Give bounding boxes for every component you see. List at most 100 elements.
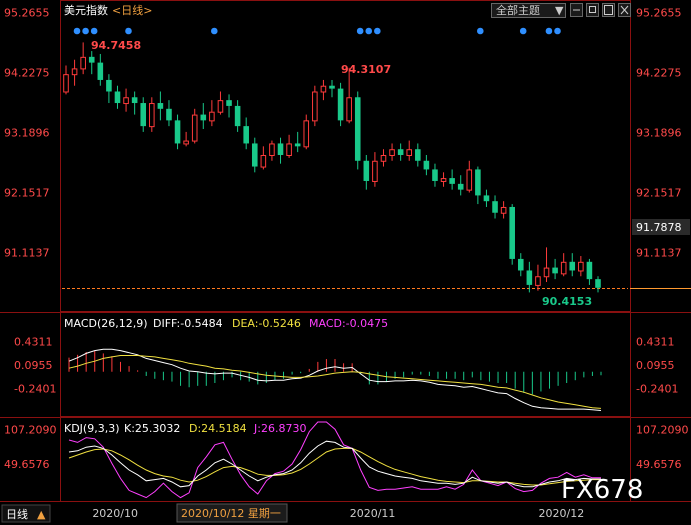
candle-body [97, 62, 104, 80]
candle-body [586, 261, 593, 280]
candle-body [320, 85, 327, 93]
current-price-label: 91.7878 [636, 221, 682, 234]
price-axis-left: 95.2655 94.2275 93.1896 92.1517 91.1137 [4, 7, 50, 260]
kdj-tick-label: 49.6576 [636, 458, 682, 471]
event-dot [125, 27, 132, 35]
kdj-k-text: K:25.3032 [124, 422, 180, 435]
date-cursor-label: 2020/10/12 星期一 [181, 507, 281, 520]
low-price-annotation: 90.4153 [542, 295, 592, 308]
main-panel-frame [60, 0, 631, 312]
macd-diff-text: DIFF:-0.5484 [153, 317, 223, 330]
close-window-icon[interactable] [618, 3, 631, 17]
price-tick-label: 93.1896 [636, 127, 682, 140]
price-tick-label: 94.2275 [636, 67, 682, 80]
candle-body [63, 74, 69, 93]
candle-body [140, 103, 147, 127]
candle-body [260, 155, 267, 168]
candle-body [509, 206, 515, 259]
candle-body [457, 183, 464, 190]
kdj-tick-label: 107.2090 [4, 424, 57, 437]
macd-tick-label: -0.2401 [14, 383, 56, 396]
macd-histogram [68, 350, 602, 395]
event-dot [519, 27, 527, 35]
candle-body [123, 97, 129, 105]
x-axis-tick-label: 2020/12 [539, 507, 585, 520]
event-dot [545, 27, 553, 35]
candle-body [251, 143, 258, 167]
price-tick-label: 95.2655 [636, 7, 682, 20]
kdj-j-text: J:26.8730 [253, 422, 306, 435]
candle-body [200, 114, 207, 121]
price-tick-label: 93.1896 [4, 127, 50, 140]
event-dots [73, 27, 561, 35]
price-tick-label: 94.2275 [4, 67, 50, 80]
macd-value-text: MACD:-0.0475 [309, 317, 388, 330]
macd-axis-right: 0.4311 0.0955 -0.2401 [636, 335, 678, 395]
watermark-logo: FX678 [561, 475, 643, 505]
candle-body [535, 276, 541, 286]
candle-body [209, 111, 215, 122]
macd-tick-label: 0.0955 [636, 359, 675, 372]
kdj-tick-label: 49.6576 [4, 458, 50, 471]
event-dot [554, 27, 561, 35]
instrument-title: 美元指数 [64, 3, 108, 17]
candle-body [397, 149, 404, 155]
candle-body [243, 126, 249, 144]
high-price-annotation: 94.7458 [91, 39, 141, 52]
candle-body [415, 149, 421, 161]
candle-body [406, 149, 413, 156]
event-dot [365, 27, 373, 35]
candle-body [88, 56, 95, 63]
candle-body [380, 155, 387, 162]
candle-body [466, 169, 473, 191]
event-dot [82, 27, 89, 35]
candle-body [372, 160, 378, 182]
x-axis-tick-label: 2020/10 [92, 507, 138, 520]
candle-body [269, 143, 275, 157]
kdj-k-line [68, 440, 601, 488]
event-dot [73, 27, 81, 35]
maximize-window-icon[interactable] [602, 3, 615, 17]
event-dot [476, 27, 484, 35]
kdj-tick-label: 107.2090 [636, 424, 689, 437]
candle-body [294, 143, 301, 147]
macd-tick-label: 0.4311 [636, 335, 675, 348]
price-tick-label: 91.1137 [4, 246, 50, 259]
candle-body [526, 270, 533, 285]
candle-body [517, 258, 524, 271]
candle-body [183, 140, 189, 145]
candle-body [346, 97, 352, 122]
candle-body [569, 261, 576, 271]
candle-body [149, 103, 155, 128]
candle-body [217, 100, 224, 113]
kdj-d-line [68, 447, 601, 486]
candle-body [71, 68, 78, 76]
macd-axis-left: 0.4311 0.0955 -0.2401 [14, 335, 56, 395]
candle-body [337, 88, 344, 121]
candle-body [432, 169, 438, 181]
restore-window-icon[interactable] [586, 3, 599, 17]
candle-body [277, 143, 284, 155]
candle-body [226, 100, 232, 106]
candle-body [286, 143, 292, 157]
chevron-down-icon: ▼ [555, 4, 564, 17]
candle-body [595, 279, 601, 288]
x-axis-tick-label: 2020/11 [350, 507, 396, 520]
period-link[interactable]: <日线> [112, 3, 152, 17]
chart-canvas: 美元指数 <日线> 全部主题 ▼ 95.2655 94.2275 93.1896 92… [0, 0, 691, 523]
candle-body [552, 267, 558, 274]
event-dot [210, 27, 218, 35]
candle-body [363, 160, 370, 181]
candle-body [329, 85, 335, 89]
candle-body [80, 56, 86, 70]
price-tick-label: 92.1517 [636, 186, 682, 199]
candle-body [449, 178, 455, 184]
macd-tick-label: 0.0955 [14, 359, 53, 372]
price-tick-label: 95.2655 [4, 7, 50, 20]
chevron-up-icon: ▲ [37, 508, 46, 521]
kdj-axis-left: 107.2090 49.6576 [4, 424, 57, 472]
event-dot [356, 27, 364, 35]
kdj-label: KDJ(9,3,3) [64, 422, 120, 435]
minimize-window-icon[interactable] [570, 3, 583, 17]
macd-dea-text: DEA:-0.5246 [232, 317, 301, 330]
